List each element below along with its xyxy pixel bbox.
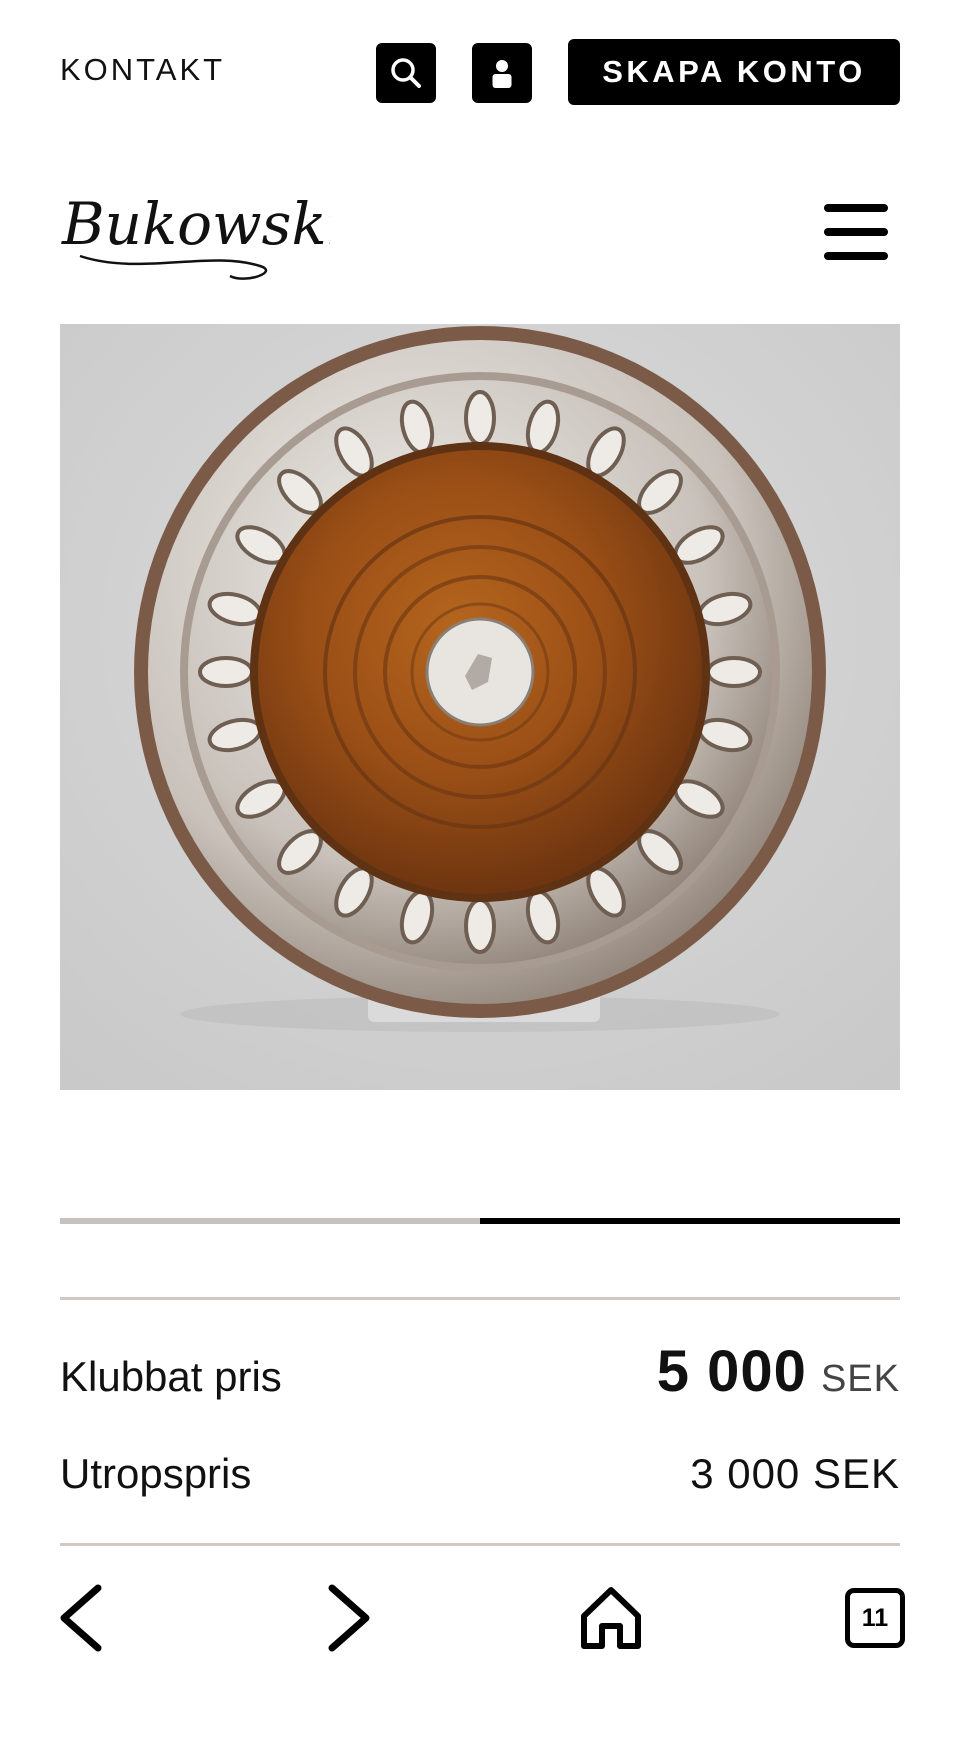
forward-arrow-icon[interactable] xyxy=(312,1580,382,1652)
hammer-price-row: Klubbat pris 5 000 SEK xyxy=(60,1338,900,1405)
divider xyxy=(60,1543,900,1546)
search-button[interactable] xyxy=(376,43,436,103)
hamburger-menu-icon[interactable] xyxy=(824,204,890,262)
create-account-button[interactable]: SKAPA KONTO xyxy=(568,39,900,105)
hammer-price-label: Klubbat pris xyxy=(60,1353,282,1400)
gallery-progress-indicator xyxy=(480,1218,900,1224)
divider xyxy=(60,1297,900,1300)
home-icon[interactable] xyxy=(576,1580,646,1652)
logo-text: Bukowskis xyxy=(61,190,330,258)
browser-toolbar xyxy=(0,1555,960,1764)
gallery-progress-bar xyxy=(60,1218,900,1224)
account-button[interactable] xyxy=(472,43,532,103)
tabs-icon[interactable]: 11 xyxy=(845,1588,905,1648)
hammer-price-currency: SEK xyxy=(820,1358,900,1400)
contact-link[interactable]: KONTAKT xyxy=(60,52,225,88)
back-arrow-icon[interactable] xyxy=(50,1580,120,1652)
estimate-label: Utropspris xyxy=(60,1450,252,1497)
tab-count-label: 11 xyxy=(861,1603,889,1632)
estimate-price-row: Utropspris 3 000 SEK xyxy=(60,1450,900,1498)
bukowskis-logo[interactable]: Bukowskis xyxy=(60,180,375,290)
estimate-value: 3 000 SEK xyxy=(690,1450,900,1497)
hammer-price: 5 000 SEK xyxy=(657,1338,900,1405)
product-image[interactable] xyxy=(60,324,900,1090)
user-icon xyxy=(492,60,512,88)
hammer-price-value: 5 000 xyxy=(656,1339,807,1404)
search-icon xyxy=(391,58,421,88)
top-bar: KONTAKT SKAPA KONTO xyxy=(0,0,960,140)
